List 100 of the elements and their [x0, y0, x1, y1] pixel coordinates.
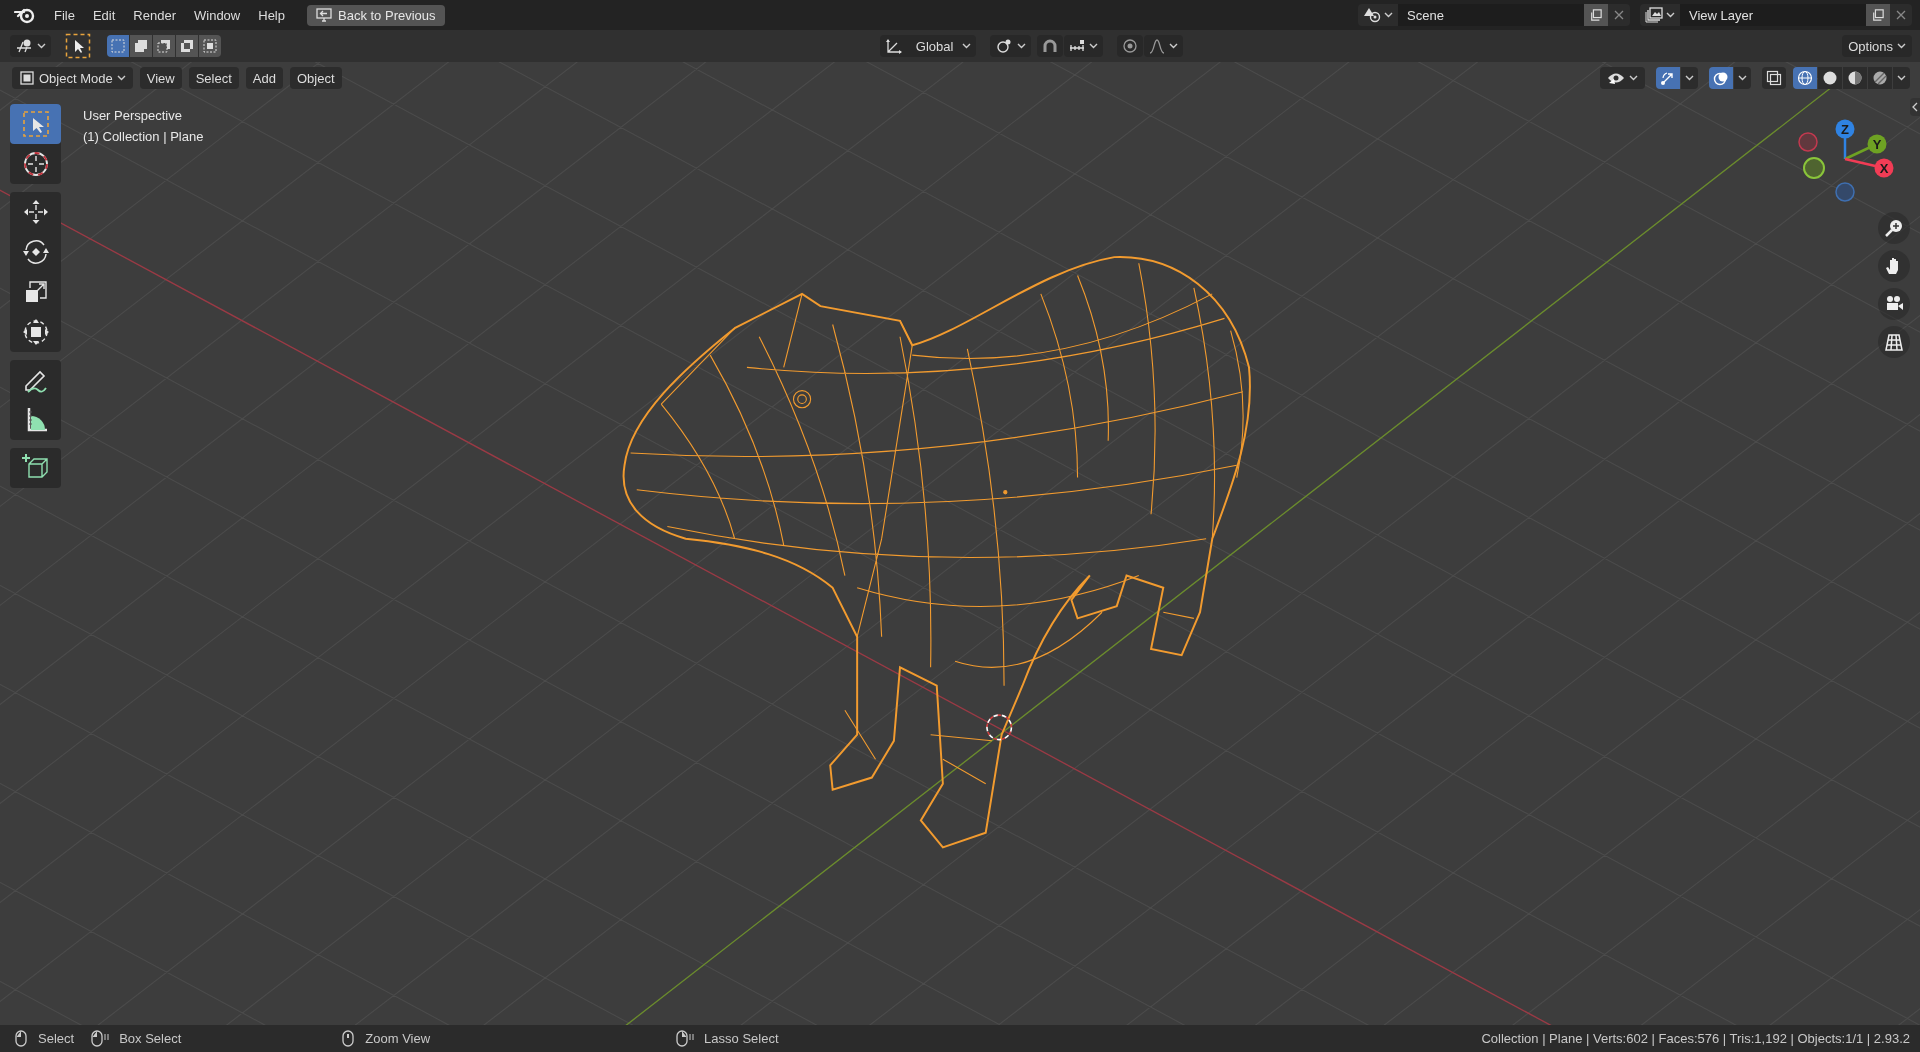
shading-button[interactable]	[1793, 67, 1817, 89]
zoom-icon	[1884, 218, 1904, 238]
shading-button[interactable]	[1818, 67, 1842, 89]
mouse-icon	[675, 1030, 695, 1047]
menu-item[interactable]: File	[46, 3, 83, 27]
select-tool-button[interactable]	[65, 35, 91, 57]
mouse-icon	[341, 1030, 356, 1047]
scene-icon	[1363, 7, 1381, 23]
material-sphere-icon	[1847, 70, 1863, 86]
scene-field[interactable]: Scene	[1398, 4, 1584, 26]
copy-icon	[1590, 8, 1602, 22]
selection-mode-button[interactable]	[199, 35, 221, 57]
gizmo-toggle[interactable]	[1656, 67, 1680, 89]
negative-z-handle[interactable]	[1835, 182, 1855, 202]
increment-icon	[1069, 39, 1086, 53]
menu-item[interactable]: Add	[245, 67, 283, 89]
scene-statistics: Collection | Plane | Verts:602 | Faces:576 | Tris:1,192 | Objects:1/1 | 2.93.2	[1481, 1031, 1910, 1046]
shading-button[interactable]	[1868, 67, 1892, 89]
zoom-button[interactable]	[1878, 212, 1910, 244]
menu-item[interactable]: Edit	[84, 3, 124, 27]
view-layer-field[interactable]: View Layer	[1680, 4, 1866, 26]
menu-item[interactable]: Select	[188, 67, 239, 89]
solid-sphere-icon	[1822, 70, 1838, 86]
selection-mode-button[interactable]	[130, 35, 152, 57]
mode-dropdown[interactable]: Object Mode	[12, 67, 133, 89]
visibility-dropdown[interactable]	[1600, 67, 1645, 89]
negative-y-handle[interactable]	[1803, 157, 1825, 179]
viewport-info-text: (1) Collection | Plane	[83, 129, 204, 144]
selection-mode-icon	[110, 38, 126, 54]
overlay-toggle[interactable]	[1709, 67, 1733, 89]
snap-dropdown[interactable]	[1064, 35, 1104, 57]
selection-mode-button[interactable]	[176, 35, 198, 57]
axis-handle[interactable]: Y	[1844, 134, 1887, 161]
hint-text: Select	[38, 1031, 75, 1046]
editor-type-dropdown[interactable]	[10, 35, 51, 57]
copy-icon	[1872, 8, 1884, 22]
close-icon	[1614, 10, 1624, 20]
cube-icon	[19, 70, 35, 86]
hint-text: Zoom View	[365, 1031, 431, 1046]
snap-toggle[interactable]	[1037, 35, 1064, 57]
selection-mode-icon	[179, 38, 195, 54]
menu-item[interactable]: Render	[125, 3, 184, 27]
mouse-icon	[90, 1030, 110, 1047]
selection-mode-icon	[133, 38, 149, 54]
orientation-dropdown[interactable]: Global	[880, 35, 977, 57]
back-to-previous-button[interactable]: Back to Previous	[307, 4, 445, 26]
close-button[interactable]	[1608, 4, 1630, 26]
dropdown-button[interactable]	[1681, 67, 1698, 89]
origin-cursor-icon[interactable]	[986, 714, 1013, 741]
camera-view-button[interactable]	[1878, 288, 1910, 320]
overlay-icon	[1713, 70, 1729, 86]
axes-icon	[885, 38, 904, 54]
perspective-toggle[interactable]	[1878, 326, 1910, 358]
caret-icon	[1666, 12, 1675, 18]
grid-icon	[1884, 332, 1904, 352]
sidebar-toggle[interactable]	[1910, 98, 1920, 116]
duplicate-button[interactable]	[1584, 4, 1608, 26]
menu-item[interactable]: Object	[289, 67, 342, 89]
wireframe-sphere-icon	[1797, 70, 1813, 86]
eye-icon	[1607, 71, 1625, 85]
dropdown-button[interactable]	[1893, 67, 1910, 89]
xray-icon	[1766, 70, 1782, 86]
proportional-edit-toggle[interactable]	[1117, 35, 1144, 57]
dropdown-button[interactable]	[1734, 67, 1751, 89]
caret-icon	[1169, 43, 1179, 49]
shading-button[interactable]	[1843, 67, 1867, 89]
caret-icon	[1089, 43, 1099, 49]
menu-item[interactable]: Window	[186, 3, 249, 27]
falloff-dropdown[interactable]	[1144, 35, 1184, 57]
hint-text: Box Select	[119, 1031, 182, 1046]
options-dropdown[interactable]: Options	[1842, 35, 1912, 57]
arrow-icon	[1660, 70, 1676, 86]
caret-icon	[37, 43, 46, 49]
caret-icon	[116, 75, 126, 81]
caret-icon	[962, 43, 972, 49]
menu-item[interactable]: View	[139, 67, 182, 89]
caret-icon	[1738, 75, 1747, 81]
close-button[interactable]	[1890, 4, 1912, 26]
rendered-sphere-icon	[1872, 70, 1888, 86]
caret-icon	[1685, 75, 1694, 81]
axis-handle[interactable]: X	[1844, 157, 1894, 178]
caret-icon	[1384, 12, 1393, 18]
menu-item[interactable]: Help	[250, 3, 293, 27]
selection-mode-button[interactable]	[153, 35, 175, 57]
caret-icon	[1629, 75, 1638, 81]
negative-x-handle[interactable]	[1798, 132, 1818, 152]
layers-icon	[1645, 7, 1663, 23]
caret-icon	[1897, 43, 1906, 49]
xray-toggle[interactable]	[1762, 67, 1786, 89]
caret-icon	[1017, 43, 1027, 49]
capybara-wireframe-drawing[interactable]	[622, 256, 1251, 849]
viewport-info-text: User Perspective	[83, 108, 183, 123]
scene-dropdown[interactable]	[1358, 4, 1398, 26]
pan-button[interactable]	[1878, 250, 1910, 282]
curve-icon	[1149, 38, 1166, 54]
duplicate-button[interactable]	[1866, 4, 1890, 26]
magnet-icon	[1042, 38, 1059, 54]
pivot-dropdown[interactable]	[990, 35, 1032, 57]
axes-icon	[15, 38, 33, 54]
view-layer-dropdown[interactable]	[1640, 4, 1680, 26]
